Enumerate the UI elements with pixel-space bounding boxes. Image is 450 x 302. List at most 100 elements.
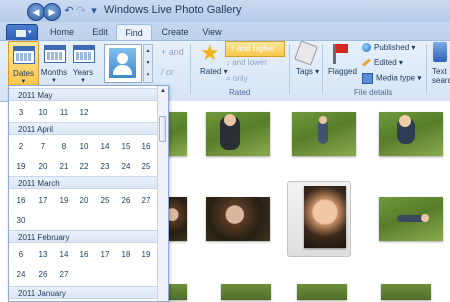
photo-thumbnail[interactable] — [381, 284, 431, 300]
only-label: only — [232, 74, 248, 83]
calendar-day[interactable]: 24 — [13, 270, 29, 279]
photo-thumbnail[interactable] — [206, 112, 270, 156]
calendar-day[interactable]: 24 — [118, 162, 134, 171]
photo-thumbnail[interactable] — [379, 112, 443, 156]
calendar-day[interactable]: 19 — [56, 196, 72, 205]
calendar-day[interactable]: 20 — [35, 162, 51, 171]
calendar-day[interactable]: 14 — [56, 250, 72, 259]
month-header[interactable]: 2011 May — [9, 88, 157, 101]
months-button[interactable]: Months ▼ — [39, 41, 69, 85]
calendar-day[interactable]: 25 — [97, 196, 113, 205]
calendar-day[interactable]: 27 — [56, 270, 72, 279]
published-label: Published — [374, 43, 410, 52]
calendar-day[interactable]: 19 — [13, 162, 29, 171]
photo-thumbnail[interactable] — [304, 186, 346, 248]
dates-dropdown-calendar: ▲ 2011 May 3 10 11 12 2011 April 2 7 8 1… — [8, 85, 169, 302]
scroll-up-icon[interactable]: ▲ — [159, 88, 167, 94]
window-title: Windows Live Photo Gallery — [104, 4, 242, 16]
calendar-icon — [44, 45, 66, 63]
or-button[interactable]: / or — [161, 67, 174, 77]
calendar-day[interactable]: 26 — [118, 196, 134, 205]
photo-thumbnail[interactable] — [292, 112, 356, 156]
calendar-day[interactable]: 10 — [35, 108, 51, 117]
media-type-button[interactable]: Media type ▾ — [362, 73, 421, 84]
calendar-day[interactable]: 16 — [13, 196, 29, 205]
and-higher-button[interactable]: ↑ and higher — [225, 41, 285, 57]
calendar-day[interactable]: 7 — [35, 142, 51, 151]
tab-create[interactable]: Create — [157, 24, 193, 40]
calendar-day[interactable]: 12 — [76, 108, 92, 117]
pencil-icon — [362, 58, 371, 67]
forward-button[interactable]: ▶ — [43, 3, 61, 21]
photo-thumbnail[interactable] — [206, 197, 270, 241]
or-label: or — [166, 67, 175, 77]
only-button[interactable]: = only — [226, 74, 248, 83]
text-search-icon[interactable] — [433, 42, 447, 62]
ribbon-separator — [426, 44, 427, 94]
calendar-day[interactable]: 13 — [35, 250, 51, 259]
calendar-day[interactable]: 14 — [97, 142, 113, 151]
text-search-button[interactable]: Textsearch — [432, 67, 450, 85]
month-header[interactable]: 2011 April — [9, 122, 157, 135]
calendar-day[interactable]: 27 — [138, 196, 154, 205]
calendar-day[interactable]: 18 — [118, 250, 134, 259]
calendar-day[interactable]: 20 — [76, 196, 92, 205]
calendar-day[interactable]: 10 — [76, 142, 92, 151]
app-menu-icon — [16, 30, 26, 37]
text-search-label: Text — [432, 67, 447, 76]
star-icon[interactable]: ★ — [200, 42, 220, 64]
month-header[interactable]: 2011 February — [9, 230, 157, 243]
published-button[interactable]: Published ▾ — [362, 43, 415, 53]
tags-label: Tags — [296, 67, 313, 76]
people-gallery-scroll[interactable]: ▲ ▼ ▾ — [143, 44, 153, 83]
calendar-day[interactable]: 17 — [97, 250, 113, 259]
flagged-button[interactable]: Flagged — [328, 67, 357, 76]
month-header[interactable]: 2011 January — [9, 286, 157, 299]
and-lower-button[interactable]: ↓ and lower — [226, 58, 267, 67]
years-button[interactable]: Years ▼ — [70, 41, 96, 85]
calendar-day[interactable]: 26 — [35, 270, 51, 279]
calendar-day[interactable]: 15 — [118, 142, 134, 151]
dates-label: Dates — [13, 69, 34, 78]
calendar-day[interactable]: 16 — [138, 142, 154, 151]
person-icon — [109, 48, 136, 78]
calendar-day[interactable]: 6 — [13, 250, 29, 259]
calendar-day[interactable]: 23 — [97, 162, 113, 171]
photo-thumbnail[interactable] — [297, 284, 347, 300]
people-gallery[interactable] — [104, 44, 142, 83]
calendar-day[interactable]: 21 — [56, 162, 72, 171]
flag-icon[interactable] — [333, 44, 348, 64]
calendar-day[interactable]: 8 — [56, 142, 72, 151]
calendar-day[interactable]: 19 — [138, 250, 154, 259]
month-header[interactable]: 2011 March — [9, 176, 157, 189]
plus-icon: + — [161, 47, 169, 57]
scrollbar-thumb[interactable] — [159, 116, 166, 142]
calendar-day[interactable]: 2 — [13, 142, 29, 151]
chevron-down-icon: ▾ — [28, 29, 32, 36]
photo-thumbnail[interactable] — [221, 284, 271, 300]
calendar-day[interactable]: 25 — [138, 162, 154, 171]
tab-edit[interactable]: Edit — [88, 24, 112, 40]
calendar-icon — [13, 46, 35, 64]
and-button[interactable]: + and — [161, 47, 184, 57]
ribbon-separator — [190, 44, 191, 94]
tab-home[interactable]: Home — [47, 24, 77, 40]
dates-button[interactable]: Dates ▼ — [8, 41, 39, 87]
photo-thumbnail[interactable] — [379, 197, 443, 241]
tab-find[interactable]: Find — [116, 24, 152, 41]
calendar-scrollbar[interactable]: ▲ — [157, 86, 168, 301]
calendar-day[interactable]: 22 — [76, 162, 92, 171]
quick-access-menu[interactable]: ▾ — [86, 3, 102, 19]
calendar-day[interactable]: 30 — [13, 216, 29, 225]
rated-button[interactable]: Rated ▾ — [200, 67, 228, 76]
equals-icon: = — [226, 74, 233, 83]
tags-button[interactable]: Tags ▾ — [296, 67, 319, 76]
edited-button[interactable]: Edited ▾ — [362, 58, 403, 67]
calendar-day[interactable]: 11 — [56, 108, 72, 117]
calendar-day[interactable]: 3 — [13, 108, 29, 117]
chevron-down-icon: ▼ — [80, 78, 86, 84]
arrow-up-icon: ↑ — [230, 44, 234, 53]
calendar-day[interactable]: 17 — [35, 196, 51, 205]
calendar-day[interactable]: 16 — [76, 250, 92, 259]
tab-view[interactable]: View — [198, 24, 226, 40]
